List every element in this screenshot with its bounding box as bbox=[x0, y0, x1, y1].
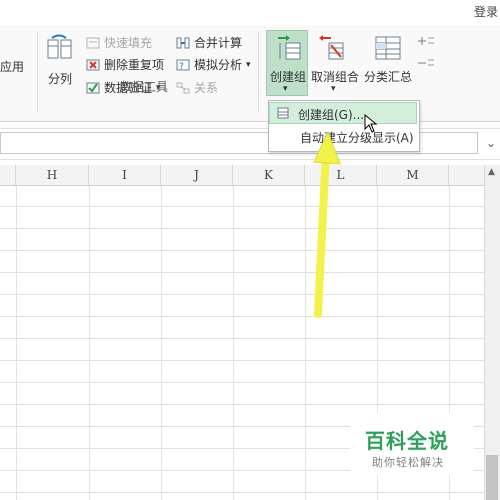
watermark-subtitle: 助你轻松解决 bbox=[372, 456, 444, 469]
column-header-partial[interactable] bbox=[0, 165, 16, 185]
column-header-h[interactable]: H bbox=[16, 165, 89, 185]
column-header-m[interactable]: M bbox=[377, 165, 449, 185]
consolidate-label: 合并计算 bbox=[194, 36, 243, 50]
remove-duplicates-icon bbox=[86, 59, 100, 70]
column-header-partial[interactable] bbox=[449, 165, 484, 185]
grid-line bbox=[16, 186, 17, 500]
grid-line bbox=[0, 250, 484, 251]
group-menu-icon bbox=[277, 107, 289, 119]
hide-detail-button[interactable] bbox=[416, 56, 436, 73]
what-if-analysis-button[interactable]: ? 模拟分析 ▾ bbox=[176, 56, 251, 73]
grid-line bbox=[0, 382, 484, 383]
what-if-analysis-label: 模拟分析 bbox=[194, 58, 243, 72]
title-bar bbox=[0, 0, 500, 25]
column-header-j[interactable]: J bbox=[161, 165, 233, 185]
column-header-row: H I J K L M bbox=[0, 165, 484, 186]
ungroup-icon bbox=[319, 35, 344, 60]
subtotal-button[interactable]: 分类汇总 bbox=[362, 33, 414, 95]
ribbon-separator bbox=[37, 32, 38, 112]
consolidate-icon bbox=[176, 37, 190, 48]
mouse-cursor-icon bbox=[364, 114, 378, 133]
ungroup-dropdown-icon[interactable]: ▾ bbox=[331, 84, 336, 94]
scroll-up-icon[interactable]: ▲ bbox=[488, 167, 495, 177]
annotation-arrow bbox=[313, 130, 341, 318]
vertical-scrollbar[interactable] bbox=[484, 165, 500, 500]
flash-fill-button[interactable]: 快速填充 bbox=[86, 34, 152, 51]
grid-line bbox=[0, 294, 484, 295]
scrollbar-thumb[interactable] bbox=[486, 455, 498, 500]
column-header-i[interactable]: I bbox=[89, 165, 161, 185]
formula-expand-icon[interactable]: ⌄ bbox=[486, 136, 496, 150]
show-detail-button[interactable] bbox=[416, 34, 436, 51]
create-group-dropdown-icon[interactable]: ▾ bbox=[283, 84, 288, 94]
show-detail-icon bbox=[418, 37, 434, 45]
subtotal-label: 分类汇总 bbox=[364, 70, 413, 84]
flash-fill-icon bbox=[86, 37, 100, 48]
create-group-icon bbox=[278, 35, 301, 60]
what-if-analysis-icon: ? bbox=[176, 59, 190, 72]
grid-line bbox=[0, 206, 484, 207]
grid-line bbox=[0, 338, 484, 339]
grid-line bbox=[233, 186, 234, 500]
svg-text:?: ? bbox=[179, 62, 184, 72]
relationships-icon bbox=[176, 82, 190, 93]
split-column-icon bbox=[47, 34, 72, 59]
split-column-label: 分列 bbox=[48, 72, 73, 86]
what-if-dropdown-icon[interactable]: ▾ bbox=[246, 60, 251, 70]
grid-line bbox=[161, 186, 162, 500]
relationships-button[interactable]: 关系 bbox=[176, 79, 218, 96]
grid-line bbox=[89, 186, 90, 500]
split-column-button[interactable]: 分列 bbox=[44, 34, 76, 96]
data-tools-group-label: 数据工具 bbox=[120, 80, 169, 94]
consolidate-button[interactable]: 合并计算 bbox=[176, 34, 242, 51]
apply-partial-label[interactable]: 应用 bbox=[0, 58, 24, 75]
flash-fill-label: 快速填充 bbox=[104, 36, 153, 50]
grid-line bbox=[0, 272, 484, 273]
grid-line bbox=[0, 316, 484, 317]
grid-line bbox=[0, 492, 484, 493]
relationships-label: 关系 bbox=[194, 81, 219, 95]
watermark-title: 百科全说 bbox=[365, 429, 449, 453]
login-button[interactable]: 登录 bbox=[474, 3, 498, 20]
subtotal-icon bbox=[375, 36, 401, 60]
remove-duplicates-button[interactable]: 删除重复项 bbox=[86, 56, 164, 73]
ungroup-label: 取消组合 bbox=[311, 70, 360, 84]
grid-line bbox=[0, 228, 484, 229]
column-header-k[interactable]: K bbox=[233, 165, 305, 185]
data-validation-icon bbox=[86, 82, 100, 93]
create-group-label: 创建组 bbox=[270, 70, 307, 84]
remove-duplicates-label: 删除重复项 bbox=[104, 58, 165, 72]
menu-item-group-label: 创建组(G)... bbox=[298, 108, 365, 122]
ungroup-button[interactable]: 取消组合 ▾ bbox=[309, 33, 359, 95]
ribbon-separator bbox=[258, 32, 259, 112]
grid-line bbox=[0, 404, 484, 405]
grid-line bbox=[0, 360, 484, 361]
hide-detail-icon bbox=[418, 59, 434, 66]
